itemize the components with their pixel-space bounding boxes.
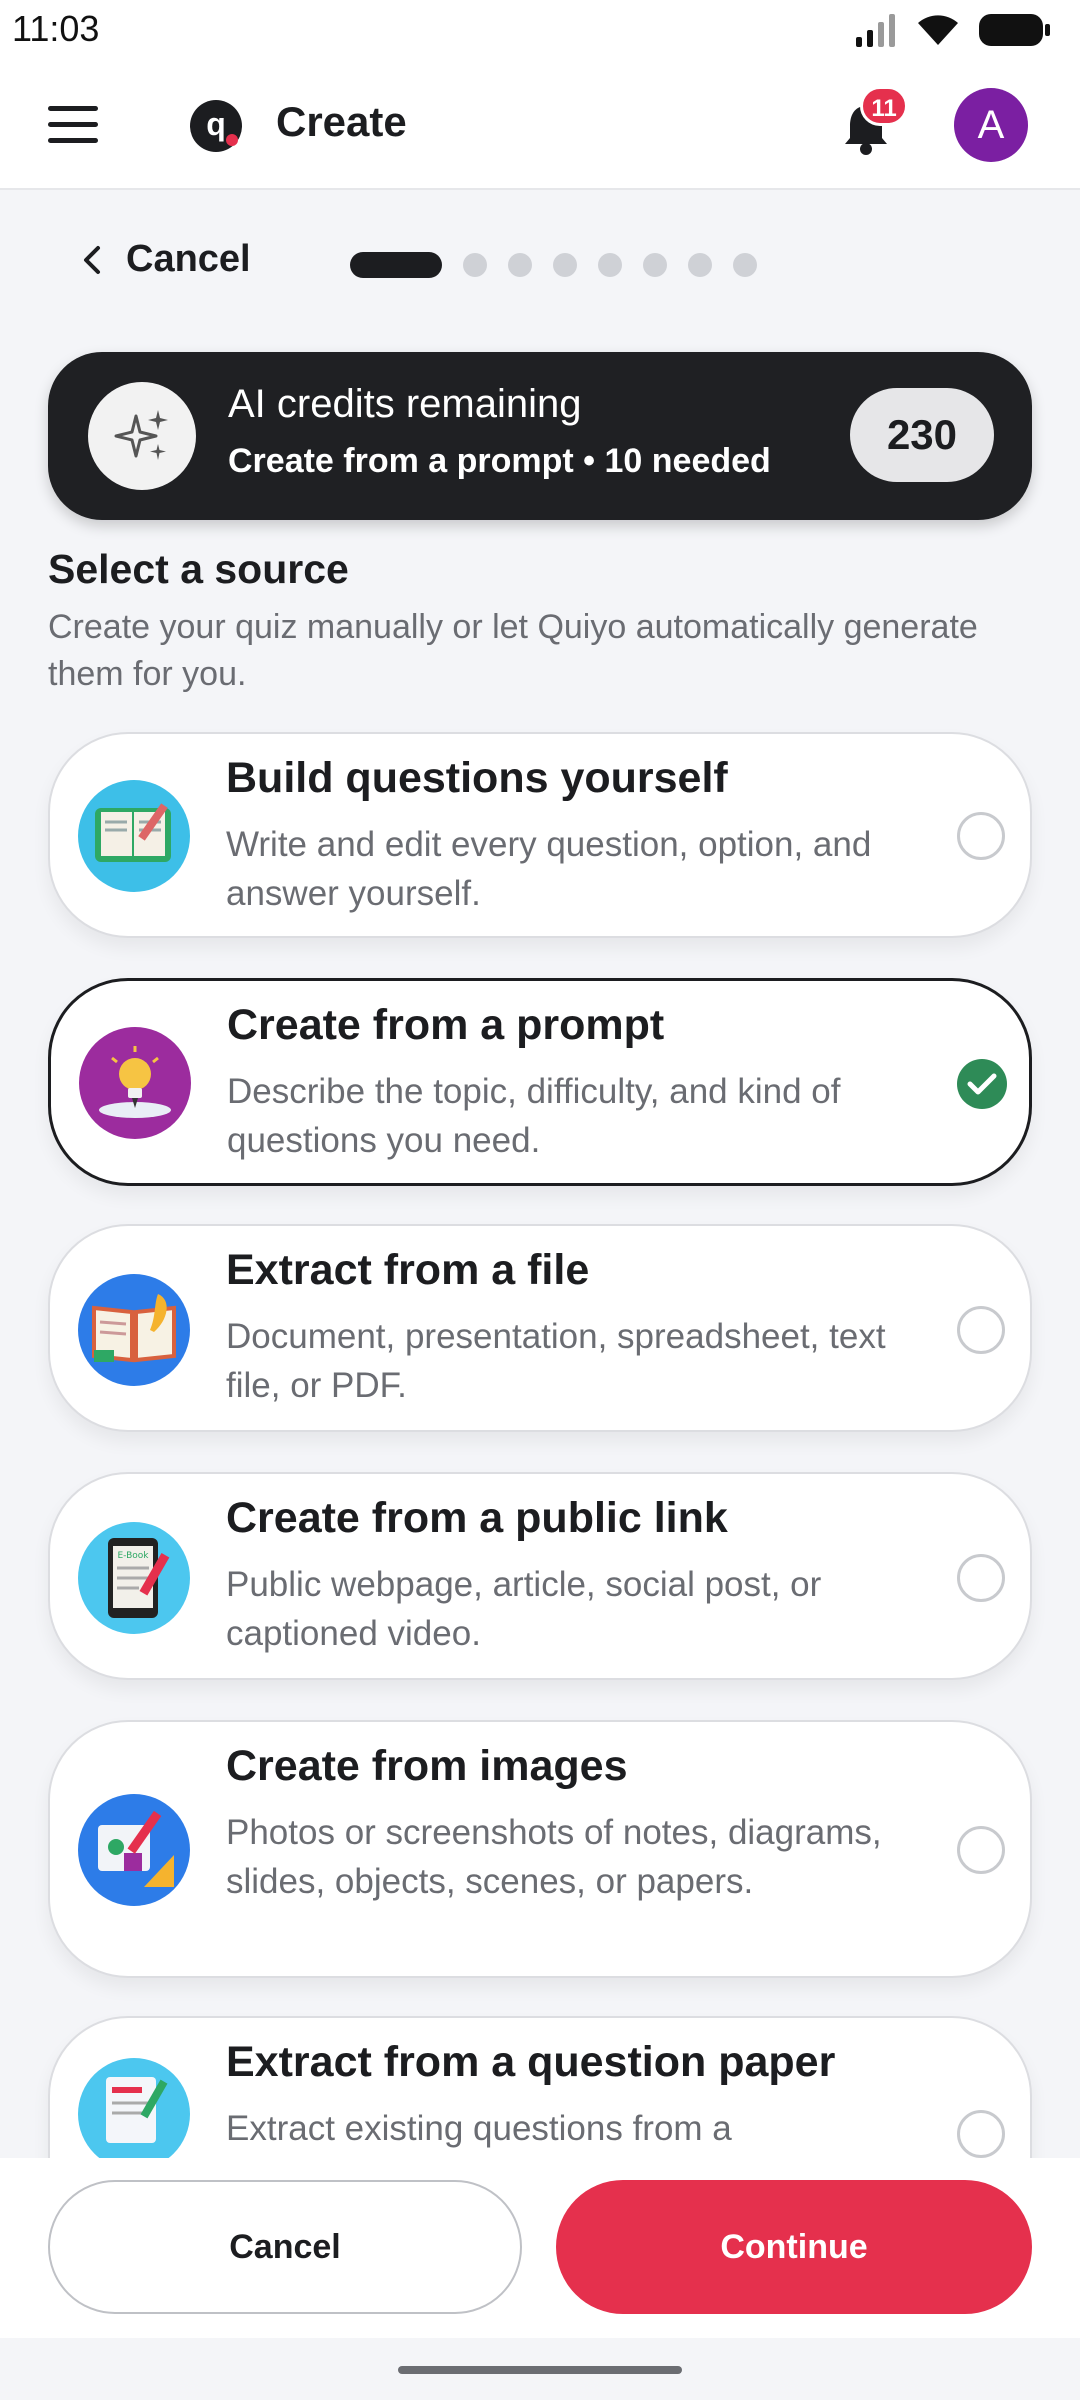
app-header: q Create 11 A (0, 62, 1080, 190)
step-indicator (463, 253, 487, 277)
menu-icon[interactable] (48, 106, 98, 146)
step-indicator (598, 253, 622, 277)
scroll-content[interactable]: Cancel AI credits remaining Create from … (0, 190, 1080, 2158)
option-description: Public webpage, article, social post, or… (226, 1565, 822, 1653)
option-radio[interactable] (957, 1306, 1005, 1354)
option-card-create-from-images[interactable]: Create from images Photos or screenshots… (48, 1720, 1032, 1978)
system-nav-bar (0, 2338, 1080, 2400)
progress-stepper (350, 252, 757, 278)
battery-icon (979, 14, 1050, 46)
option-title: Create from images (226, 1742, 628, 1790)
geometry-drawing-icon (78, 1794, 190, 1906)
option-card-public-link[interactable]: E-Book Create from a public link Public … (48, 1472, 1032, 1680)
option-title: Create from a prompt (227, 1001, 665, 1049)
option-description: Document, presentation, spreadsheet, tex… (226, 1317, 886, 1405)
cancel-label: Cancel (126, 238, 251, 280)
option-card-create-from-prompt[interactable]: Create from a prompt Describe the topic,… (48, 978, 1032, 1186)
option-title: Extract from a file (226, 1246, 590, 1294)
option-card-extract-from-file[interactable]: Extract from a file Document, presentati… (48, 1224, 1032, 1432)
status-bar: 11:03 (0, 0, 1080, 62)
step-indicator (643, 253, 667, 277)
credits-title: AI credits remaining (228, 382, 582, 426)
avatar[interactable]: A (954, 88, 1028, 162)
checkmark-icon[interactable] (957, 1059, 1007, 1109)
ebook-label: E-Book (117, 1551, 149, 1561)
home-indicator[interactable] (398, 2366, 682, 2374)
notification-badge: 11 (860, 86, 908, 126)
step-indicator-active (350, 252, 442, 278)
step-indicator (733, 253, 757, 277)
open-book-pencil-icon (78, 780, 190, 892)
option-radio[interactable] (957, 2110, 1005, 2158)
bottom-action-bar: Cancel Continue (0, 2158, 1080, 2338)
sparkles-icon (88, 382, 196, 490)
continue-button[interactable]: Continue (556, 2180, 1032, 2314)
option-title: Extract from a question paper (226, 2038, 836, 2086)
status-time: 11:03 (12, 8, 100, 49)
signal-icon (856, 14, 895, 47)
option-card-build-yourself[interactable]: Build questions yourself Write and edit … (48, 732, 1032, 938)
app-logo-icon: q (190, 100, 242, 152)
step-indicator (553, 253, 577, 277)
option-description: Describe the topic, difficulty, and kind… (227, 1072, 841, 1160)
section-title: Select a source (48, 546, 349, 592)
lightbulb-icon (79, 1027, 191, 1139)
option-description: Photos or screenshots of notes, diagrams… (226, 1813, 882, 1901)
page-title: Create (276, 98, 407, 145)
step-indicator (688, 253, 712, 277)
option-radio[interactable] (957, 1554, 1005, 1602)
option-title: Build questions yourself (226, 754, 728, 802)
credits-count: 230 (850, 388, 994, 482)
ebook-tablet-icon: E-Book (78, 1522, 190, 1634)
book-quill-icon (78, 1274, 190, 1386)
credits-subtitle: Create from a prompt • 10 needed (228, 442, 771, 480)
ai-credits-banner: AI credits remaining Create from a promp… (48, 352, 1032, 520)
cancel-button[interactable]: Cancel (48, 2180, 522, 2314)
chevron-left-icon (84, 245, 100, 274)
option-title: Create from a public link (226, 1494, 728, 1542)
notifications-button[interactable]: 11 (840, 86, 908, 156)
system-icons (854, 10, 1052, 50)
cancel-back-link[interactable]: Cancel (80, 238, 251, 281)
section-description: Create your quiz manually or let Quiyo a… (48, 608, 978, 693)
wifi-icon (918, 15, 958, 45)
option-description: Write and edit every question, option, a… (226, 825, 872, 913)
option-card-question-paper[interactable]: Extract from a question paper Extract ex… (48, 2016, 1032, 2158)
option-radio[interactable] (957, 1826, 1005, 1874)
question-paper-icon (78, 2058, 190, 2158)
step-indicator (508, 253, 532, 277)
option-description: Extract existing questions from a (226, 2109, 732, 2148)
option-radio[interactable] (957, 812, 1005, 860)
